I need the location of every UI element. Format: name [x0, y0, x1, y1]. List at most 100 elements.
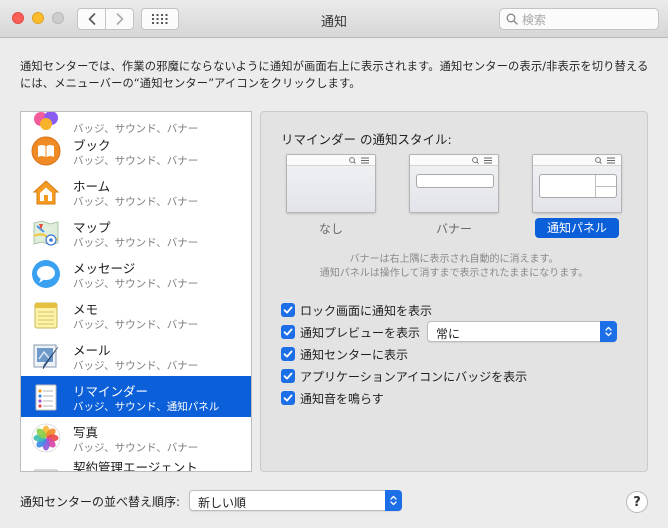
app-alert-summary: バッジ、サウンド、バナー	[73, 360, 199, 372]
reminders-icon	[35, 384, 57, 411]
checkmark-icon	[283, 328, 293, 336]
app-name: 写真	[73, 425, 99, 440]
option-play-sound[interactable]: 通知音を鳴らす	[281, 389, 384, 407]
preview-desktop	[287, 166, 375, 212]
popup-value: 新しい順	[198, 496, 247, 510]
app-list[interactable]: バッジ、サウンド、バナー ブック バッジ、サウンド、バナー ホーム バッジ、サウ…	[20, 111, 252, 472]
checkbox-checked[interactable]	[281, 391, 295, 405]
app-alert-summary: バッジ、サウンド、バナー	[73, 196, 199, 208]
list-item-selected[interactable]: リマインダー バッジ、サウンド、通知パネル	[21, 376, 251, 417]
alert-preview	[539, 174, 617, 198]
app-name: マップ	[73, 220, 111, 235]
app-alert-summary: バッジ、サウンド、バナー	[73, 155, 199, 167]
notes-icon	[34, 302, 58, 329]
menubar-icons	[349, 157, 369, 164]
list-item[interactable]: メモ バッジ、サウンド、バナー	[21, 294, 251, 335]
app-name: メモ	[73, 302, 99, 317]
help-button[interactable]: ?	[626, 491, 648, 513]
grid-icon	[152, 14, 168, 24]
checkbox-checked[interactable]	[281, 369, 295, 383]
preview-desktop	[410, 166, 498, 212]
sort-order-popup-button[interactable]: 新しい順	[189, 490, 402, 511]
popup-arrows	[600, 321, 617, 342]
close-button[interactable]	[12, 12, 24, 24]
app-name: ブック	[73, 138, 111, 153]
description-text: 通知センターでは、作業の邪魔にならないように通知が画面右上に表示されます。通知セ…	[20, 60, 649, 90]
alert-style-preview-none[interactable]	[286, 154, 376, 213]
zoom-button[interactable]	[52, 12, 64, 24]
chevron-left-icon	[88, 13, 95, 25]
back-button[interactable]	[78, 9, 105, 29]
app-name: リマインダー	[73, 384, 149, 399]
checkmark-icon	[283, 394, 293, 402]
chevron-updown-icon	[605, 326, 612, 337]
option-show-in-center[interactable]: 通知センターに表示	[281, 345, 408, 363]
list-item[interactable]: マップ バッジ、サウンド、バナー	[21, 212, 251, 253]
list-item[interactable]: ホーム バッジ、サウンド、バナー	[21, 171, 251, 212]
photos-icon	[31, 423, 61, 453]
app-name: 契約管理エージェント	[73, 460, 198, 472]
forward-button[interactable]	[105, 9, 133, 29]
checkmark-icon	[283, 350, 293, 358]
popup-arrows	[385, 490, 402, 511]
checkbox-checked[interactable]	[281, 303, 295, 317]
checkbox-label: 通知センターに表示	[300, 347, 409, 362]
option-badge-icon[interactable]: アプリケーションアイコンにバッジを表示	[281, 367, 527, 385]
app-alert-summary: バッジ、サウンド、バナー	[73, 442, 199, 454]
app-alert-summary: バッジ、サウンド、バナー	[73, 278, 199, 290]
checkbox-label: ロック画面に通知を表示	[300, 303, 433, 318]
checkbox-checked[interactable]	[281, 347, 295, 361]
list-item[interactable]: メッセージ バッジ、サウンド、バナー	[21, 253, 251, 294]
maps-icon	[33, 220, 59, 246]
search-field[interactable]: 検索	[499, 8, 659, 30]
checkbox-label: 通知プレビューを表示	[300, 325, 421, 340]
navigation-buttons	[77, 8, 134, 30]
messages-icon	[32, 260, 60, 288]
books-icon	[31, 136, 61, 166]
alert-style-label-selected: 通知パネル	[535, 218, 619, 238]
preview-menubar	[410, 155, 498, 166]
checkmark-icon	[283, 372, 293, 380]
list-item[interactable]: 契約管理エージェント	[21, 458, 251, 472]
alert-style-heading: リマインダー の通知スタイル:	[281, 132, 452, 147]
list-item[interactable]: メール バッジ、サウンド、バナー	[21, 335, 251, 376]
popup-value: 常に	[436, 327, 461, 341]
alert-style-preview-banner[interactable]	[409, 154, 499, 213]
checkmark-icon	[283, 306, 293, 314]
notification-settings-panel: リマインダー の通知スタイル: なし バナー 通知パネル バナーは右上隅に表示さ…	[260, 111, 648, 472]
alert-style-label: なし	[318, 222, 343, 236]
preview-menubar	[287, 155, 375, 166]
app-name: メッセージ	[73, 261, 136, 276]
chevron-right-icon	[116, 13, 123, 25]
checkbox-checked[interactable]	[281, 325, 295, 339]
search-placeholder: 検索	[522, 12, 547, 27]
menubar-icons	[472, 157, 492, 164]
list-item[interactable]: 写真 バッジ、サウンド、バナー	[21, 417, 251, 458]
option-show-previews[interactable]: 通知プレビューを表示	[281, 323, 420, 341]
list-item[interactable]: ブック バッジ、サウンド、バナー	[21, 130, 251, 171]
app-name: ホーム	[73, 179, 111, 194]
alert-style-preview-alert[interactable]	[532, 154, 622, 213]
checkbox-label: 通知音を鳴らす	[300, 391, 384, 406]
show-all-button[interactable]	[141, 8, 179, 30]
contract-agent-icon	[33, 469, 59, 471]
title-bar: 通知 検索	[0, 0, 668, 38]
style-hint-line: バナーは右上隅に表示され自動的に消えます。	[349, 254, 559, 265]
option-lock-screen[interactable]: ロック画面に通知を表示	[281, 301, 432, 319]
chevron-updown-icon	[390, 495, 397, 506]
app-name: メール	[73, 343, 111, 358]
divider	[595, 186, 616, 187]
app-alert-summary: バッジ、サウンド、通知パネル	[73, 401, 220, 413]
minimize-button[interactable]	[32, 12, 44, 24]
preview-popup-button[interactable]: 常に	[427, 321, 617, 342]
window-title: 通知	[320, 15, 347, 30]
banner-preview	[416, 174, 494, 188]
home-icon	[32, 180, 60, 205]
mail-icon	[33, 344, 59, 370]
sort-order-label: 通知センターの並べ替え順序:	[20, 495, 181, 509]
app-alert-summary: バッジ、サウンド、バナー	[73, 237, 199, 249]
menubar-icons	[595, 157, 615, 164]
style-hint-line: 通知パネルは操作して消すまで表示されたままになります。	[319, 268, 589, 279]
alert-style-label: バナー	[435, 222, 472, 236]
preferences-window: 通知 検索 通知センターでは、作業の邪魔にならないように通知が画面右上に表示され…	[0, 0, 668, 528]
